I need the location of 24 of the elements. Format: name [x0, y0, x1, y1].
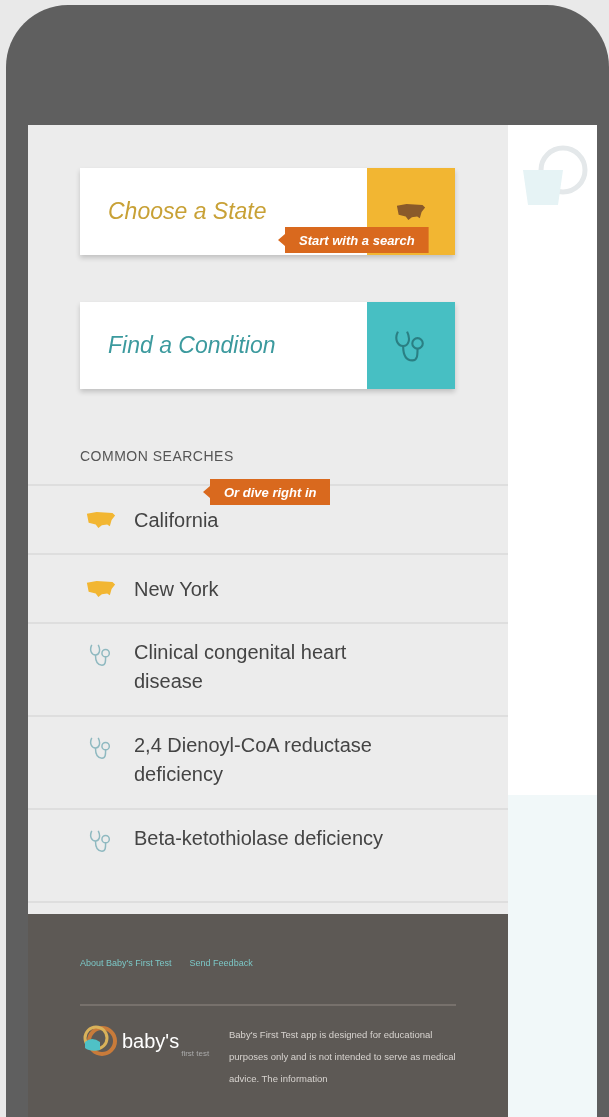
- logo-name: baby's: [122, 1029, 180, 1053]
- search-card[interactable]: Choose a State Start with a search: [80, 168, 455, 255]
- footer-link[interactable]: About Baby's First Test: [80, 958, 172, 968]
- card-label: Find a Condition: [108, 332, 276, 359]
- search-item[interactable]: California Or dive right in: [28, 486, 508, 555]
- item-label: California: [134, 508, 220, 533]
- item-label: 2,4 Dienoyl-CoA reductase deficiency: [134, 733, 373, 787]
- stethoscope-icon: [89, 829, 113, 853]
- us-map-icon: [86, 511, 116, 529]
- item-label: Clinical congenital heart disease: [134, 640, 348, 694]
- card-label: Choose a State: [108, 198, 267, 225]
- search-item[interactable]: New York: [28, 555, 508, 624]
- tooltip: Or dive right in: [203, 479, 331, 505]
- tooltip: Start with a search: [278, 227, 429, 253]
- stethoscope-icon: [89, 736, 113, 760]
- item-label: Beta-ketothiolase deficiency: [134, 826, 385, 851]
- stethoscope-icon: [89, 643, 113, 667]
- item-label: New York: [134, 577, 220, 602]
- disclaimer-text: Baby's First Test app is designed for educational purposes only and is not intended to serve as medical advice. The information: [229, 1028, 457, 1086]
- us-map-icon: [86, 580, 116, 598]
- logo-tagline: first test: [181, 1049, 210, 1058]
- us-map-icon: [396, 202, 426, 221]
- footer-link[interactable]: Send Feedback: [189, 958, 253, 968]
- section-title: COMMON SEARCHES: [80, 448, 234, 464]
